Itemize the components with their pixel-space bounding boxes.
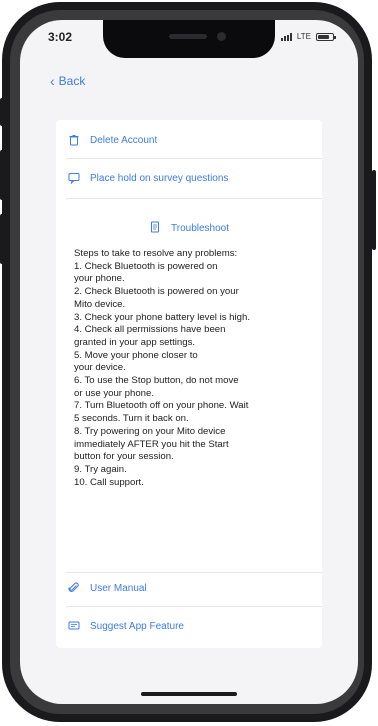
step-line: Steps to take to resolve any problems: [74, 248, 238, 259]
step-line: button for your session. [74, 451, 174, 463]
survey-placeholder-label: Place hold on survey questions [90, 172, 229, 184]
chevron-left-icon: ‹ [50, 73, 55, 89]
power-button [372, 170, 376, 250]
mute-switch [0, 98, 4, 126]
network-label: LTE [296, 32, 311, 41]
step-line: 1. Check Bluetooth is powered on [74, 260, 218, 272]
suggest-feature-row[interactable]: Suggest App Feature [56, 612, 322, 640]
survey-placeholder-row[interactable]: Place hold on survey questions [56, 164, 322, 192]
step-line: 5 seconds. Turn it back on. [74, 413, 189, 425]
suggest-feature-label: Suggest App Feature [90, 620, 184, 632]
volume-down-button [0, 214, 4, 264]
home-indicator[interactable] [141, 692, 237, 696]
front-camera [217, 32, 226, 41]
step-line: your phone. [74, 273, 125, 285]
delete-account-label: Delete Account [90, 134, 158, 146]
step-line: 4. Check all permissions have been [74, 324, 226, 336]
back-label: Back [58, 74, 86, 88]
back-button[interactable]: ‹ Back [50, 74, 85, 88]
user-manual-row[interactable]: User Manual [56, 574, 322, 602]
paperclip-icon [68, 582, 80, 594]
battery-icon [316, 32, 336, 41]
chat-bubble-icon [68, 172, 80, 184]
step-line: 6. To use the Stop button, do not move [74, 375, 239, 387]
divider [66, 606, 322, 607]
divider [66, 572, 322, 573]
step-line: 5. Move your phone closer to [74, 349, 198, 361]
user-manual-label: User Manual [90, 582, 147, 594]
settings-card: Delete Account Place hold on survey ques… [56, 120, 322, 648]
feedback-icon [68, 620, 80, 632]
delete-account-row[interactable]: Delete Account [56, 126, 322, 154]
troubleshoot-steps: Steps to take to resolve any problems: 1… [74, 248, 316, 489]
volume-up-button [0, 150, 4, 200]
status-time: 3:02 [48, 30, 73, 44]
phone-screen: 3:02 LTE ‹ Back Delete Account Place hol… [20, 20, 358, 704]
document-icon [149, 221, 161, 236]
step-line: 2. Check Bluetooth is powered on your [74, 286, 239, 298]
step-line: 10. Call support. [74, 476, 144, 488]
step-line: 8. Try powering on your Mito device [74, 425, 226, 437]
divider [66, 158, 322, 159]
status-indicators: LTE [280, 32, 336, 41]
step-line: 7. Turn Bluetooth off on your phone. Wai… [74, 400, 249, 412]
step-line: or use your phone. [74, 387, 155, 399]
earpiece-speaker [169, 34, 207, 39]
signal-icon [280, 32, 292, 41]
troubleshoot-label: Troubleshoot [171, 222, 229, 234]
notch [103, 20, 275, 58]
step-line: 9. Try again. [74, 463, 127, 475]
step-line: granted in your app settings. [74, 336, 196, 348]
trash-icon [68, 134, 80, 146]
divider [66, 198, 322, 199]
troubleshoot-header[interactable]: Troubleshoot [56, 216, 322, 240]
step-line: your device. [74, 362, 126, 374]
step-line: 3. Check your phone battery level is hig… [74, 311, 250, 323]
step-line: immediately AFTER you hit the Start [74, 438, 229, 450]
step-line: Mito device. [74, 298, 126, 310]
